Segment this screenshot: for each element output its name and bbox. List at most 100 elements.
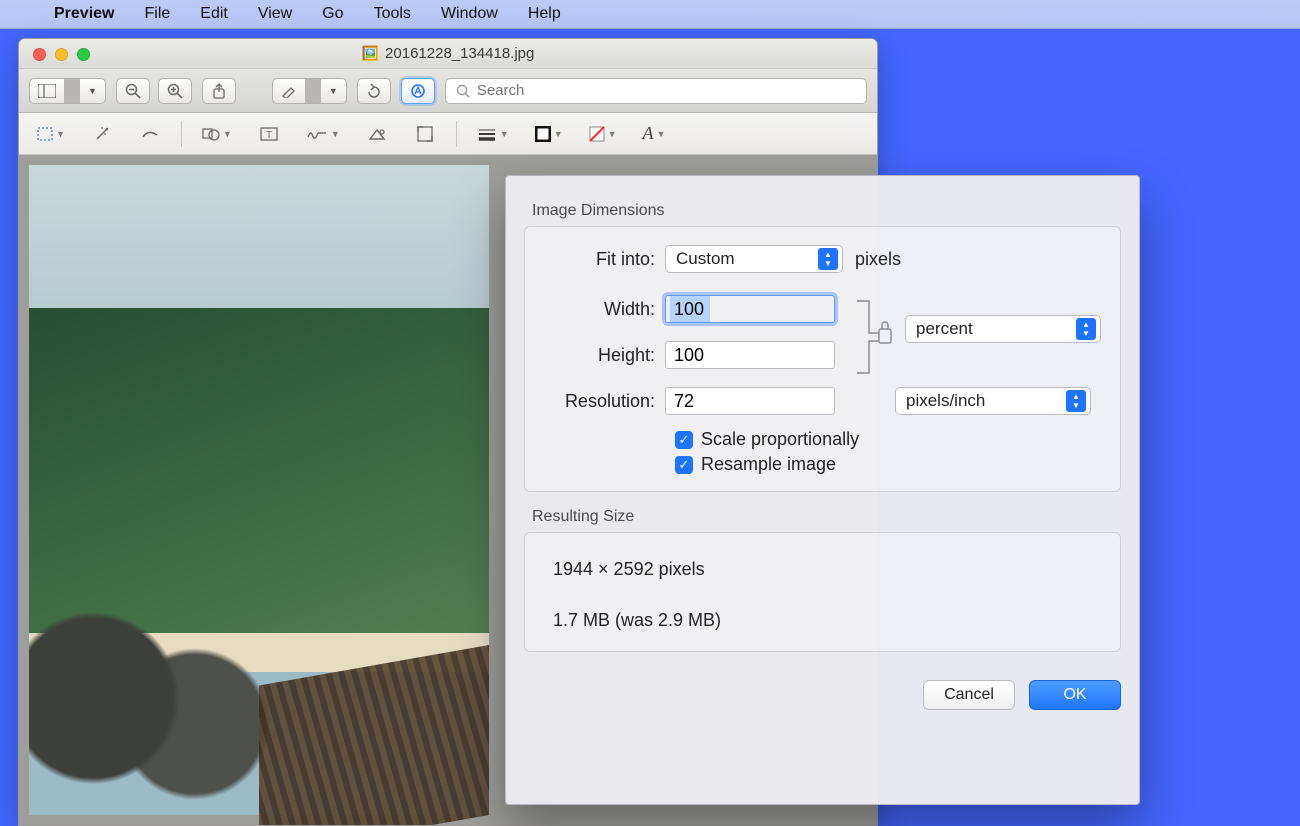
image-dimensions-panel: Fit into: Custom ▲▼ pixels Width: Height…: [524, 226, 1121, 492]
adjust-size-button[interactable]: [408, 120, 442, 148]
chevron-down-icon: ▼: [56, 129, 65, 139]
markup-icon: [410, 83, 426, 99]
resample-image-checkbox[interactable]: ✓ Resample image: [675, 454, 1102, 475]
line-style-button[interactable]: ▼: [471, 120, 515, 148]
fill-color-icon: [589, 126, 605, 142]
window-title: 20161228_134418.jpg: [385, 45, 534, 62]
fit-into-value: Custom: [676, 249, 735, 269]
minimize-window-button[interactable]: [55, 48, 68, 61]
fill-color-button[interactable]: ▼: [583, 120, 623, 148]
main-toolbar: ▼ ▼: [19, 69, 877, 113]
selection-tool-button[interactable]: ▼: [31, 120, 71, 148]
border-color-button[interactable]: ▼: [529, 120, 569, 148]
wh-unit-value: percent: [916, 319, 973, 339]
instant-alpha-button[interactable]: [85, 120, 119, 148]
width-label: Width:: [543, 299, 665, 320]
stepper-arrows-icon: ▲▼: [818, 248, 838, 270]
marker-icon: [273, 84, 305, 98]
svg-text:T: T: [266, 130, 272, 141]
checkmark-icon: ✓: [675, 456, 693, 474]
image-dimensions-label: Image Dimensions: [532, 202, 1121, 220]
text-box-icon: T: [260, 126, 278, 142]
image-content[interactable]: [29, 165, 489, 815]
chevron-down-icon: ▼: [80, 86, 105, 96]
chevron-down-icon: ▼: [500, 129, 509, 139]
resolution-label: Resolution:: [543, 391, 665, 412]
markup-toolbar: ▼ ▼ T ▼ ▼ ▼ ▼ A▼: [19, 113, 877, 155]
scale-proportionally-label: Scale proportionally: [701, 429, 859, 450]
zoom-in-icon: [167, 83, 183, 99]
sidebar-icon: [30, 84, 64, 98]
close-window-button[interactable]: [33, 48, 46, 61]
result-pixels: 1944 × 2592 pixels: [553, 559, 1102, 580]
font-icon: A: [643, 123, 654, 144]
menubar: Preview File Edit View Go Tools Window H…: [0, 0, 1300, 29]
resolution-unit-select[interactable]: pixels/inch ▲▼: [895, 387, 1091, 415]
search-field[interactable]: [445, 78, 867, 104]
menu-view[interactable]: View: [258, 5, 292, 23]
menu-tools[interactable]: Tools: [374, 5, 411, 23]
height-input[interactable]: [665, 341, 835, 369]
shapes-button[interactable]: ▼: [196, 120, 238, 148]
resolution-unit-value: pixels/inch: [906, 391, 985, 411]
ok-button[interactable]: OK: [1029, 680, 1121, 710]
adjust-color-button[interactable]: [360, 120, 394, 148]
result-filesize: 1.7 MB (was 2.9 MB): [553, 610, 1102, 631]
scale-proportionally-checkbox[interactable]: ✓ Scale proportionally: [675, 429, 1102, 450]
resolution-input[interactable]: [665, 387, 835, 415]
chevron-down-icon: ▼: [554, 129, 563, 139]
stepper-arrows-icon: ▲▼: [1066, 390, 1086, 412]
selection-rect-icon: [37, 127, 53, 141]
resulting-size-label: Resulting Size: [532, 508, 1121, 526]
app-menu[interactable]: Preview: [54, 5, 114, 23]
sign-button[interactable]: ▼: [300, 120, 346, 148]
jpg-file-icon: 🖼️: [362, 45, 379, 62]
titlebar: 🖼️ 20161228_134418.jpg: [19, 39, 877, 69]
highlight-button[interactable]: ▼: [272, 78, 347, 104]
zoom-window-button[interactable]: [77, 48, 90, 61]
search-input[interactable]: [477, 82, 856, 99]
menu-help[interactable]: Help: [528, 5, 561, 23]
search-icon: [456, 84, 470, 98]
adjust-size-dialog: Image Dimensions Fit into: Custom ▲▼ pix…: [505, 175, 1140, 805]
chevron-down-icon: ▼: [321, 86, 346, 96]
chevron-down-icon: ▼: [331, 129, 340, 139]
fit-into-label: Fit into:: [543, 249, 665, 270]
stepper-arrows-icon: ▲▼: [1076, 318, 1096, 340]
chevron-down-icon: ▼: [223, 129, 232, 139]
share-icon: [212, 83, 226, 99]
menu-edit[interactable]: Edit: [200, 5, 228, 23]
menu-go[interactable]: Go: [322, 5, 343, 23]
menu-window[interactable]: Window: [441, 5, 498, 23]
sketch-button[interactable]: [133, 120, 167, 148]
aspect-lock-icon[interactable]: [855, 299, 895, 371]
markup-toolbar-button[interactable]: [401, 78, 435, 104]
chevron-down-icon: ▼: [657, 129, 666, 139]
text-button[interactable]: T: [252, 120, 286, 148]
pencil-icon: [141, 127, 159, 141]
resize-icon: [417, 126, 433, 142]
menu-file[interactable]: File: [144, 5, 170, 23]
resample-image-label: Resample image: [701, 454, 836, 475]
text-style-button[interactable]: A▼: [637, 120, 672, 148]
adjust-color-icon: [368, 127, 386, 141]
height-label: Height:: [543, 345, 665, 366]
cancel-button[interactable]: Cancel: [923, 680, 1015, 710]
width-input[interactable]: [665, 295, 835, 323]
wh-unit-select[interactable]: percent ▲▼: [905, 315, 1101, 343]
share-button[interactable]: [202, 78, 236, 104]
border-color-icon: [535, 126, 551, 142]
fit-into-unit: pixels: [855, 249, 901, 270]
zoom-out-icon: [125, 83, 141, 99]
sidebar-view-button[interactable]: ▼: [29, 78, 106, 104]
toolbar-divider: [181, 121, 182, 147]
chevron-down-icon: ▼: [608, 129, 617, 139]
zoom-in-button[interactable]: [158, 78, 192, 104]
fit-into-select[interactable]: Custom ▲▼: [665, 245, 843, 273]
signature-icon: [306, 127, 328, 141]
rotate-icon: [366, 83, 382, 99]
rotate-button[interactable]: [357, 78, 391, 104]
zoom-out-button[interactable]: [116, 78, 150, 104]
wand-icon: [94, 126, 110, 142]
line-weight-icon: [477, 127, 497, 141]
